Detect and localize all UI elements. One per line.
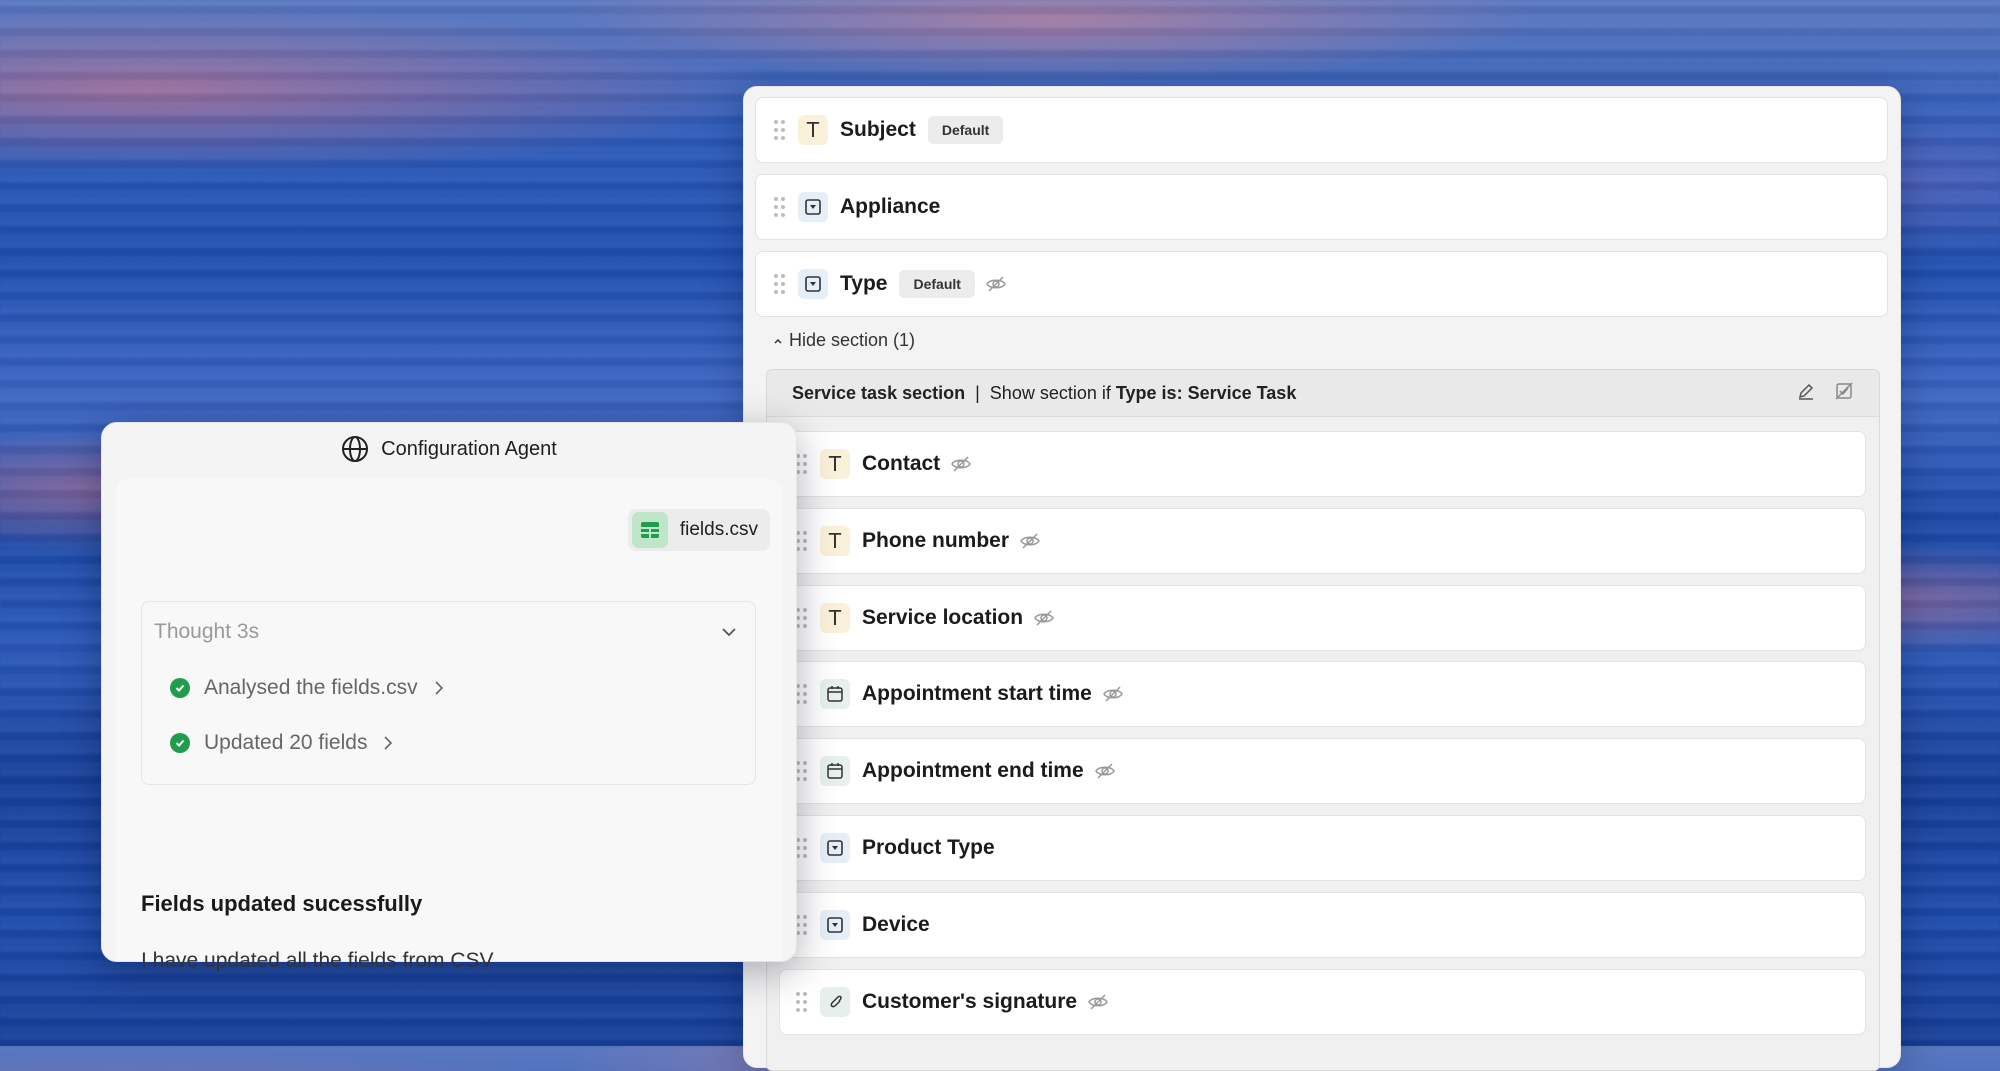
eye-off-icon xyxy=(1094,763,1115,779)
default-badge: Default xyxy=(899,270,975,298)
step-label: Analysed the fields.csv xyxy=(204,676,418,699)
field-card-appointment-start[interactable]: Appointment start time xyxy=(779,661,1866,727)
field-card-appointment-end[interactable]: Appointment end time xyxy=(779,738,1866,804)
field-label: Phone number xyxy=(862,529,1010,552)
dropdown-type-icon xyxy=(820,910,850,940)
text-type-icon: T xyxy=(820,603,850,633)
dropdown-type-icon xyxy=(798,192,828,222)
field-label: Product Type xyxy=(862,836,995,859)
field-label: Contact xyxy=(862,452,941,475)
field-card-appliance[interactable]: Appliance xyxy=(755,174,1888,240)
default-badge: Default xyxy=(927,116,1004,144)
thought-step[interactable]: Analysed the fields.csv xyxy=(170,676,446,700)
file-attachment-chip[interactable]: fields.csv xyxy=(627,509,770,551)
thought-process-box[interactable]: Thought 3s Analysed the fields.csv Updat… xyxy=(141,601,756,785)
chevron-down-icon[interactable] xyxy=(719,622,739,642)
spreadsheet-icon xyxy=(631,512,668,548)
result-title: Fields updated sucessfully xyxy=(141,891,423,916)
field-label: Appliance xyxy=(840,195,941,218)
drag-handle-icon[interactable] xyxy=(796,992,807,1012)
hide-section-toggle[interactable]: Hide section (1) xyxy=(773,330,915,351)
eye-off-icon xyxy=(986,276,1006,292)
globe-icon xyxy=(342,436,369,462)
field-card-subject[interactable]: T Subject Default xyxy=(755,97,1888,163)
remove-condition-icon[interactable] xyxy=(1833,380,1855,402)
drag-handle-icon[interactable] xyxy=(774,274,785,294)
attachment-type-icon xyxy=(820,987,850,1017)
chat-header: Configuration Agent xyxy=(102,423,796,475)
check-circle-icon xyxy=(170,733,190,753)
field-card-customer-signature[interactable]: Customer's signature xyxy=(779,969,1866,1035)
chevron-right-icon xyxy=(384,736,393,750)
field-card-product-type[interactable]: Product Type xyxy=(779,815,1866,881)
file-name: fields.csv xyxy=(679,519,758,540)
eye-off-icon xyxy=(1102,686,1123,702)
drag-handle-icon[interactable] xyxy=(774,197,785,217)
field-card-type[interactable]: Type Default xyxy=(755,251,1888,317)
step-label: Updated 20 fields xyxy=(204,731,368,754)
drag-handle-icon[interactable] xyxy=(796,838,807,858)
configuration-agent-panel: Configuration Agent fields.csv Thought 3… xyxy=(101,422,797,972)
drag-handle-icon[interactable] xyxy=(774,120,785,140)
separator: | xyxy=(975,382,980,403)
section-name: Service task section xyxy=(792,382,966,403)
section-header: Service task section | Show section if T… xyxy=(767,370,1879,417)
eye-off-icon xyxy=(1088,994,1108,1010)
field-label: Device xyxy=(862,913,930,936)
chevron-up-icon xyxy=(774,338,782,344)
text-type-icon: T xyxy=(820,526,850,556)
field-label: Type xyxy=(840,272,888,295)
thought-label: Thought 3s xyxy=(154,620,260,643)
dropdown-type-icon xyxy=(820,833,850,863)
drag-handle-icon[interactable] xyxy=(796,531,807,551)
field-label: Service location xyxy=(862,606,1024,629)
drag-handle-icon[interactable] xyxy=(796,608,807,628)
condition-field: Type is: xyxy=(1115,382,1183,403)
condition-value: Service Task xyxy=(1187,382,1297,403)
field-label: Customer's signature xyxy=(862,990,1078,1013)
field-card-contact[interactable]: T Contact xyxy=(779,431,1866,497)
drag-handle-icon[interactable] xyxy=(796,761,807,781)
thought-step[interactable]: Updated 20 fields xyxy=(170,731,395,755)
result-text: I have updated all the fields from CSV xyxy=(141,949,494,972)
hide-section-label: Hide section (1) xyxy=(789,330,916,350)
text-type-icon: T xyxy=(798,115,828,145)
field-label: Subject xyxy=(840,118,916,141)
field-card-phone-number[interactable]: T Phone number xyxy=(779,508,1866,574)
field-label: Appointment end time xyxy=(862,759,1084,782)
calendar-type-icon xyxy=(820,756,850,786)
eye-off-icon xyxy=(1020,533,1040,549)
drag-handle-icon[interactable] xyxy=(796,684,807,704)
eye-off-icon xyxy=(1034,610,1054,626)
drag-handle-icon[interactable] xyxy=(796,915,807,935)
edit-icon[interactable] xyxy=(1795,380,1817,402)
chevron-right-icon xyxy=(435,681,443,695)
field-card-device[interactable]: Device xyxy=(779,892,1866,958)
chat-body: fields.csv Thought 3s Analysed the field… xyxy=(116,479,782,972)
field-label: Appointment start time xyxy=(862,682,1092,705)
condition-prefix: Show section if xyxy=(989,382,1111,403)
dropdown-type-icon xyxy=(798,269,828,299)
text-type-icon: T xyxy=(820,449,850,479)
field-card-service-location[interactable]: T Service location xyxy=(779,585,1866,651)
drag-handle-icon[interactable] xyxy=(796,454,807,474)
check-circle-icon xyxy=(170,678,190,698)
eye-off-icon xyxy=(951,456,972,472)
calendar-type-icon xyxy=(820,679,850,709)
chat-title: Configuration Agent xyxy=(381,437,557,460)
